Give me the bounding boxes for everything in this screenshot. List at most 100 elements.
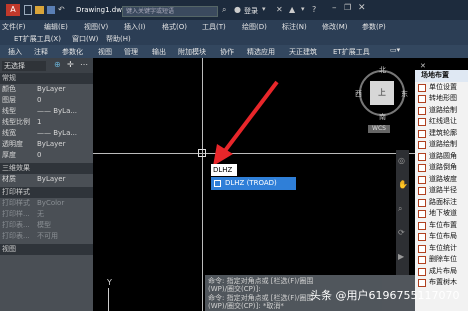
login-link[interactable]: 登录 — [244, 6, 258, 16]
palette-item[interactable]: 车位布置 — [415, 220, 468, 232]
a360-icon[interactable]: ▲ — [289, 5, 295, 14]
prop-row[interactable]: 线宽 —— ByLa... — [0, 128, 93, 139]
menu-modify[interactable]: 修改(M) — [322, 22, 348, 32]
palette-item[interactable]: 地下坡道 — [415, 208, 468, 220]
tab-et-tools[interactable]: ET扩展工具 — [333, 47, 370, 57]
search-icon[interactable]: ⌕ — [222, 5, 226, 15]
section-3d-effects[interactable]: 三维效果 — [0, 163, 93, 174]
save-icon[interactable] — [47, 6, 55, 14]
undo-icon[interactable]: ↶ — [58, 5, 67, 15]
menu-window[interactable]: 窗口(W) — [72, 34, 98, 44]
tab-featured-apps[interactable]: 精选应用 — [247, 47, 275, 57]
tab-addins[interactable]: 附加模块 — [178, 47, 206, 57]
palette-item[interactable]: 转地形图 — [415, 93, 468, 105]
palette-header[interactable]: 场地布置 — [415, 70, 468, 82]
menu-et-tools[interactable]: ET扩展工具(X) — [14, 34, 61, 44]
palette-item[interactable]: 道路坡度 — [415, 174, 468, 186]
prop-row[interactable]: 打印样式 ByColor — [0, 198, 93, 209]
palette-close-icon[interactable]: ✕ — [420, 62, 426, 70]
section-plot-style[interactable]: 打印样式 — [0, 187, 93, 198]
palette-item[interactable]: 红线退让 — [415, 116, 468, 128]
compass-north[interactable]: 北 — [379, 65, 386, 75]
chevron-down-icon[interactable]: ▾ — [301, 5, 305, 13]
restore-icon[interactable]: ❐ — [344, 3, 351, 12]
prop-value: 0 — [37, 151, 42, 159]
prop-row[interactable]: 材质 ByLayer — [0, 174, 93, 185]
zoom-icon[interactable]: ⌕ — [398, 204, 402, 214]
help-icon[interactable]: ? — [312, 5, 316, 14]
menu-help[interactable]: 帮助(H) — [106, 34, 131, 44]
menu-draw[interactable]: 绘图(D) — [242, 22, 267, 32]
prop-row[interactable]: 打印表... 模型 — [0, 220, 93, 231]
prop-row[interactable]: 颜色 ByLayer — [0, 84, 93, 95]
palette-item[interactable]: 建筑轮廓 — [415, 128, 468, 140]
menu-dimension[interactable]: 标注(N) — [282, 22, 307, 32]
menu-view[interactable]: 视图(V) — [84, 22, 108, 32]
palette-item[interactable]: 车位统计 — [415, 243, 468, 255]
palette-item[interactable]: 路面标注 — [415, 197, 468, 209]
palette-item[interactable]: 删除车位 — [415, 254, 468, 266]
palette-item[interactable]: 成片布局 — [415, 266, 468, 278]
prop-row[interactable]: 图层 0 — [0, 95, 93, 106]
prop-row[interactable]: 厚度 0 — [0, 150, 93, 161]
close-icon[interactable]: ✕ — [358, 3, 366, 13]
prop-row[interactable]: 线型 —— ByLa... — [0, 106, 93, 117]
prop-value: —— ByLa... — [37, 107, 78, 115]
showmotion-icon[interactable]: ▶ — [398, 252, 404, 261]
palette-item[interactable]: 道路绘制 — [415, 139, 468, 151]
wcs-menu[interactable]: WCS — [368, 125, 390, 133]
steeringwheel-icon[interactable]: ◎ — [398, 156, 405, 165]
palette-item[interactable]: 道路倒角 — [415, 162, 468, 174]
section-view[interactable]: 视图 — [0, 244, 93, 255]
tool-icon — [418, 152, 426, 161]
user-icon[interactable]: ● — [234, 5, 241, 14]
selection-field[interactable]: 无选择 — [2, 61, 46, 71]
palette-item[interactable]: 道路半径 — [415, 185, 468, 197]
dynamic-input[interactable]: DLHZ — [211, 164, 237, 176]
compass-east[interactable]: 东 — [401, 89, 408, 99]
pickadd-icon[interactable]: ⋯ — [80, 60, 88, 69]
menu-edit[interactable]: 编辑(E) — [44, 22, 68, 32]
quick-select-icon[interactable]: ⊕ — [54, 60, 61, 69]
open-icon[interactable] — [35, 6, 44, 14]
chevron-down-icon[interactable]: ▾ — [262, 5, 266, 13]
new-icon[interactable] — [24, 5, 32, 15]
autocomplete-suggestion[interactable]: DLHZ (TROAD) — [211, 177, 296, 190]
tab-manage[interactable]: 管理 — [124, 47, 138, 57]
prop-row[interactable]: 线型比例 1 — [0, 117, 93, 128]
exchange-icon[interactable]: ✕ — [276, 5, 283, 14]
compass-south[interactable]: 南 — [379, 112, 386, 122]
tab-parametric[interactable]: 参数化 — [62, 47, 83, 57]
orbit-icon[interactable]: ⟳ — [398, 228, 405, 237]
palette-item[interactable]: 单位设置 — [415, 82, 468, 94]
tab-tangent[interactable]: 天正建筑 — [289, 47, 317, 57]
compass-west[interactable]: 西 — [355, 89, 362, 99]
search-input[interactable]: 键入关键字或短语 — [122, 6, 218, 17]
viewcube-top-face[interactable]: 上 — [370, 81, 394, 105]
menu-insert[interactable]: 插入(I) — [124, 22, 146, 32]
tab-insert[interactable]: 插入 — [8, 47, 22, 57]
prop-row[interactable]: 透明度 ByLayer — [0, 139, 93, 150]
tab-annotate[interactable]: 注释 — [34, 47, 48, 57]
ribbon-toggle-icon[interactable]: ▭▾ — [390, 46, 400, 54]
select-objects-icon[interactable]: ✛ — [67, 60, 74, 69]
prop-row[interactable]: 打印样... 无 — [0, 209, 93, 220]
drawing-tab[interactable]: Drawing1.dwg — [76, 4, 126, 16]
menu-parametric[interactable]: 参数(P) — [362, 22, 386, 32]
palette-item[interactable]: 道路圆角 — [415, 151, 468, 163]
section-general[interactable]: 常规 — [0, 73, 93, 84]
minimize-icon[interactable]: – — [332, 3, 337, 13]
palette-item[interactable]: 车位布局 — [415, 231, 468, 243]
tab-output[interactable]: 输出 — [152, 47, 166, 57]
menu-file[interactable]: 文件(F) — [2, 22, 26, 32]
tab-view[interactable]: 视图 — [98, 47, 112, 57]
pan-icon[interactable]: ✋ — [398, 180, 408, 189]
prop-row[interactable]: 打印表... 不可用 — [0, 231, 93, 242]
app-logo[interactable]: A — [6, 4, 20, 16]
palette-item-label: 道路半径 — [429, 186, 457, 194]
viewcube[interactable]: 上 北 西 东 南 — [355, 64, 411, 124]
menu-tools[interactable]: 工具(T) — [202, 22, 226, 32]
tab-collaborate[interactable]: 协作 — [220, 47, 234, 57]
palette-item[interactable]: 道路绘制 — [415, 105, 468, 117]
menu-format[interactable]: 格式(O) — [162, 22, 187, 32]
